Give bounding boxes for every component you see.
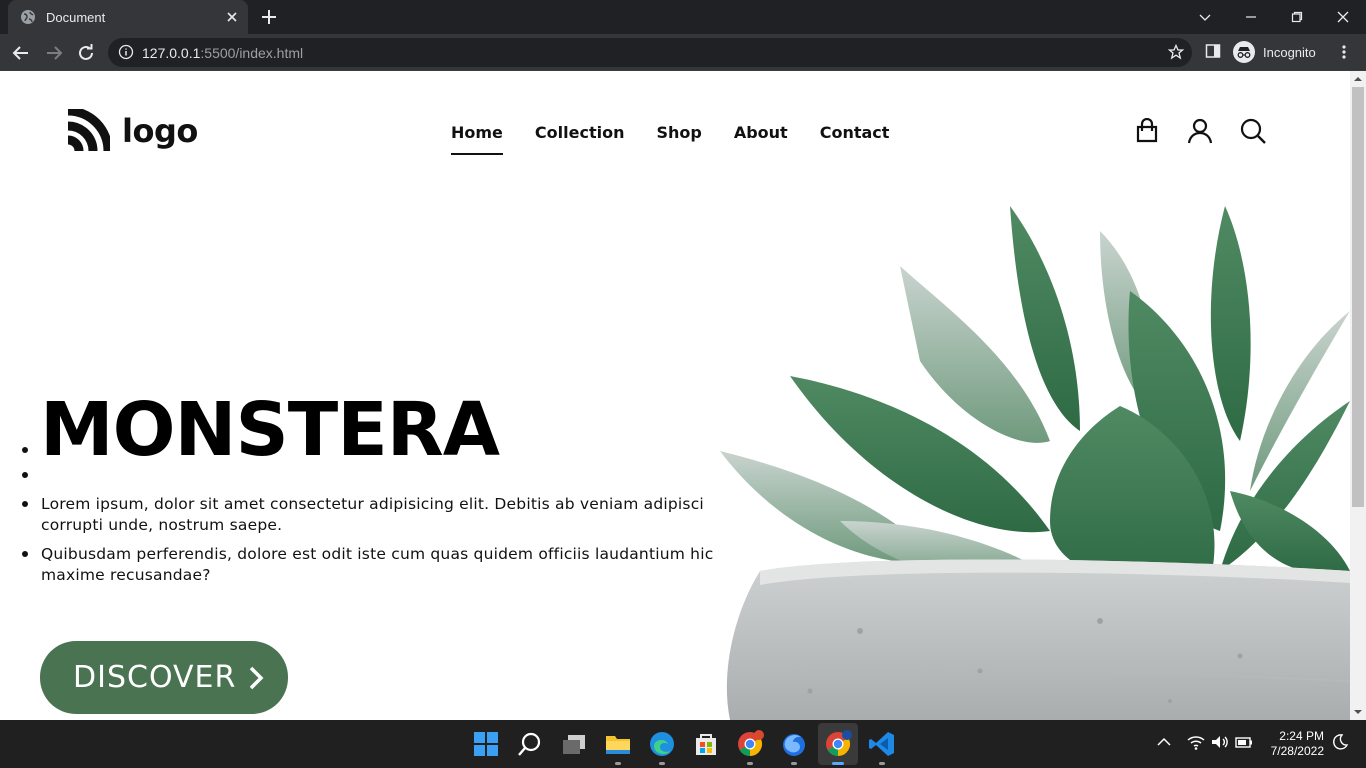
logo-mark-icon — [67, 109, 110, 152]
succulent-plant-image — [720, 206, 1350, 720]
discover-button[interactable]: DISCOVER — [40, 641, 288, 714]
main-nav: Home Collection Shop About Contact — [451, 123, 921, 155]
task-view-icon[interactable] — [560, 730, 588, 758]
incognito-icon — [1233, 41, 1255, 63]
list-bullet — [22, 447, 28, 453]
hero-paragraph-2: Quibusdam perferendis, dolore est odit i… — [41, 545, 714, 584]
tab-title: Document — [46, 9, 106, 25]
tab-search-button[interactable] — [1182, 0, 1228, 34]
scrollbar-thumb[interactable] — [1352, 87, 1364, 507]
site-info-icon[interactable] — [118, 44, 134, 60]
list-bullet — [22, 501, 28, 507]
volume-icon[interactable] — [1210, 732, 1230, 752]
page-scrollbar[interactable] — [1350, 71, 1366, 720]
scroll-down-icon[interactable] — [1354, 708, 1362, 716]
reload-icon — [79, 44, 93, 60]
clock-time: 2:24 PM — [1279, 729, 1324, 743]
notifications-moon-icon[interactable] — [1330, 732, 1350, 752]
arrow-left-icon — [12, 46, 28, 60]
new-tab-icon[interactable] — [260, 8, 278, 26]
scroll-up-icon[interactable] — [1354, 75, 1362, 83]
battery-icon[interactable] — [1234, 732, 1254, 752]
running-indicator — [879, 762, 885, 765]
browser-titlebar: Document — [0, 0, 1366, 34]
more-menu-icon[interactable] — [1336, 44, 1352, 60]
nav-collection[interactable]: Collection — [535, 123, 625, 142]
windows-taskbar: 2:24 PM 7/28/2022 — [0, 720, 1366, 768]
store-icon[interactable] — [692, 730, 720, 758]
incognito-label: Incognito — [1263, 44, 1316, 60]
discover-label: DISCOVER — [73, 660, 237, 695]
firefox-icon[interactable] — [780, 730, 808, 758]
reload-button[interactable] — [74, 41, 98, 65]
search-icon[interactable] — [516, 730, 544, 758]
browser-tab[interactable]: Document — [8, 0, 248, 34]
minimize-icon — [1246, 16, 1256, 18]
restore-icon — [1291, 11, 1303, 23]
forward-button[interactable] — [42, 41, 66, 65]
hero-paragraph-1: Lorem ipsum, dolor sit amet consectetur … — [41, 495, 704, 534]
running-indicator — [791, 762, 797, 765]
running-indicator — [615, 762, 621, 765]
chrome-icon[interactable] — [736, 730, 764, 758]
nav-shop[interactable]: Shop — [656, 123, 701, 142]
bookmark-star-icon[interactable] — [1168, 44, 1184, 60]
incognito-badge[interactable]: Incognito — [1233, 40, 1316, 64]
site-logo[interactable]: logo — [66, 109, 198, 153]
logo-text: logo — [122, 112, 198, 150]
arrow-right-icon — [47, 46, 63, 60]
chevron-down-icon — [1199, 14, 1211, 21]
running-indicator — [659, 762, 665, 765]
nav-contact[interactable]: Contact — [820, 123, 890, 142]
back-button[interactable] — [9, 41, 33, 65]
address-bar[interactable]: 127.0.0.1:5500/index.html — [108, 38, 1192, 67]
chevron-up-icon[interactable] — [1154, 732, 1174, 752]
close-tab-icon[interactable] — [224, 9, 240, 25]
page-viewport: logo Home Collection Shop About Contact — [0, 71, 1350, 720]
clock-date: 7/28/2022 — [1270, 744, 1324, 758]
chrome-icon[interactable] — [824, 730, 852, 758]
nav-about[interactable]: About — [734, 123, 788, 142]
windows-start-icon[interactable] — [472, 730, 500, 758]
header-icons — [1134, 118, 1293, 144]
close-window-button[interactable] — [1320, 0, 1366, 34]
edge-icon[interactable] — [648, 730, 676, 758]
minimize-button[interactable] — [1228, 0, 1274, 34]
list-bullet — [22, 472, 28, 478]
hero-title: MONSTERA — [40, 387, 500, 473]
list-bullet — [22, 551, 28, 557]
system-clock[interactable]: 2:24 PM 7/28/2022 — [1262, 729, 1324, 759]
running-indicator — [747, 762, 753, 765]
file-explorer-icon[interactable] — [604, 730, 632, 758]
side-panel-icon[interactable] — [1205, 43, 1221, 59]
wifi-icon[interactable] — [1186, 732, 1206, 752]
browser-toolbar: 127.0.0.1:5500/index.html — [0, 34, 1366, 71]
chevron-right-icon — [250, 666, 264, 689]
nav-home[interactable]: Home — [451, 123, 503, 155]
active-indicator — [832, 762, 844, 765]
url-path: :5500/index.html — [200, 44, 304, 61]
globe-icon — [21, 10, 35, 24]
restore-button[interactable] — [1274, 0, 1320, 34]
url-host: 127.0.0.1 — [142, 44, 201, 61]
vscode-icon[interactable] — [868, 730, 896, 758]
search-icon[interactable] — [1240, 118, 1266, 144]
close-icon — [1337, 11, 1349, 23]
user-icon[interactable] — [1187, 118, 1213, 144]
shopping-bag-icon[interactable] — [1134, 118, 1160, 144]
